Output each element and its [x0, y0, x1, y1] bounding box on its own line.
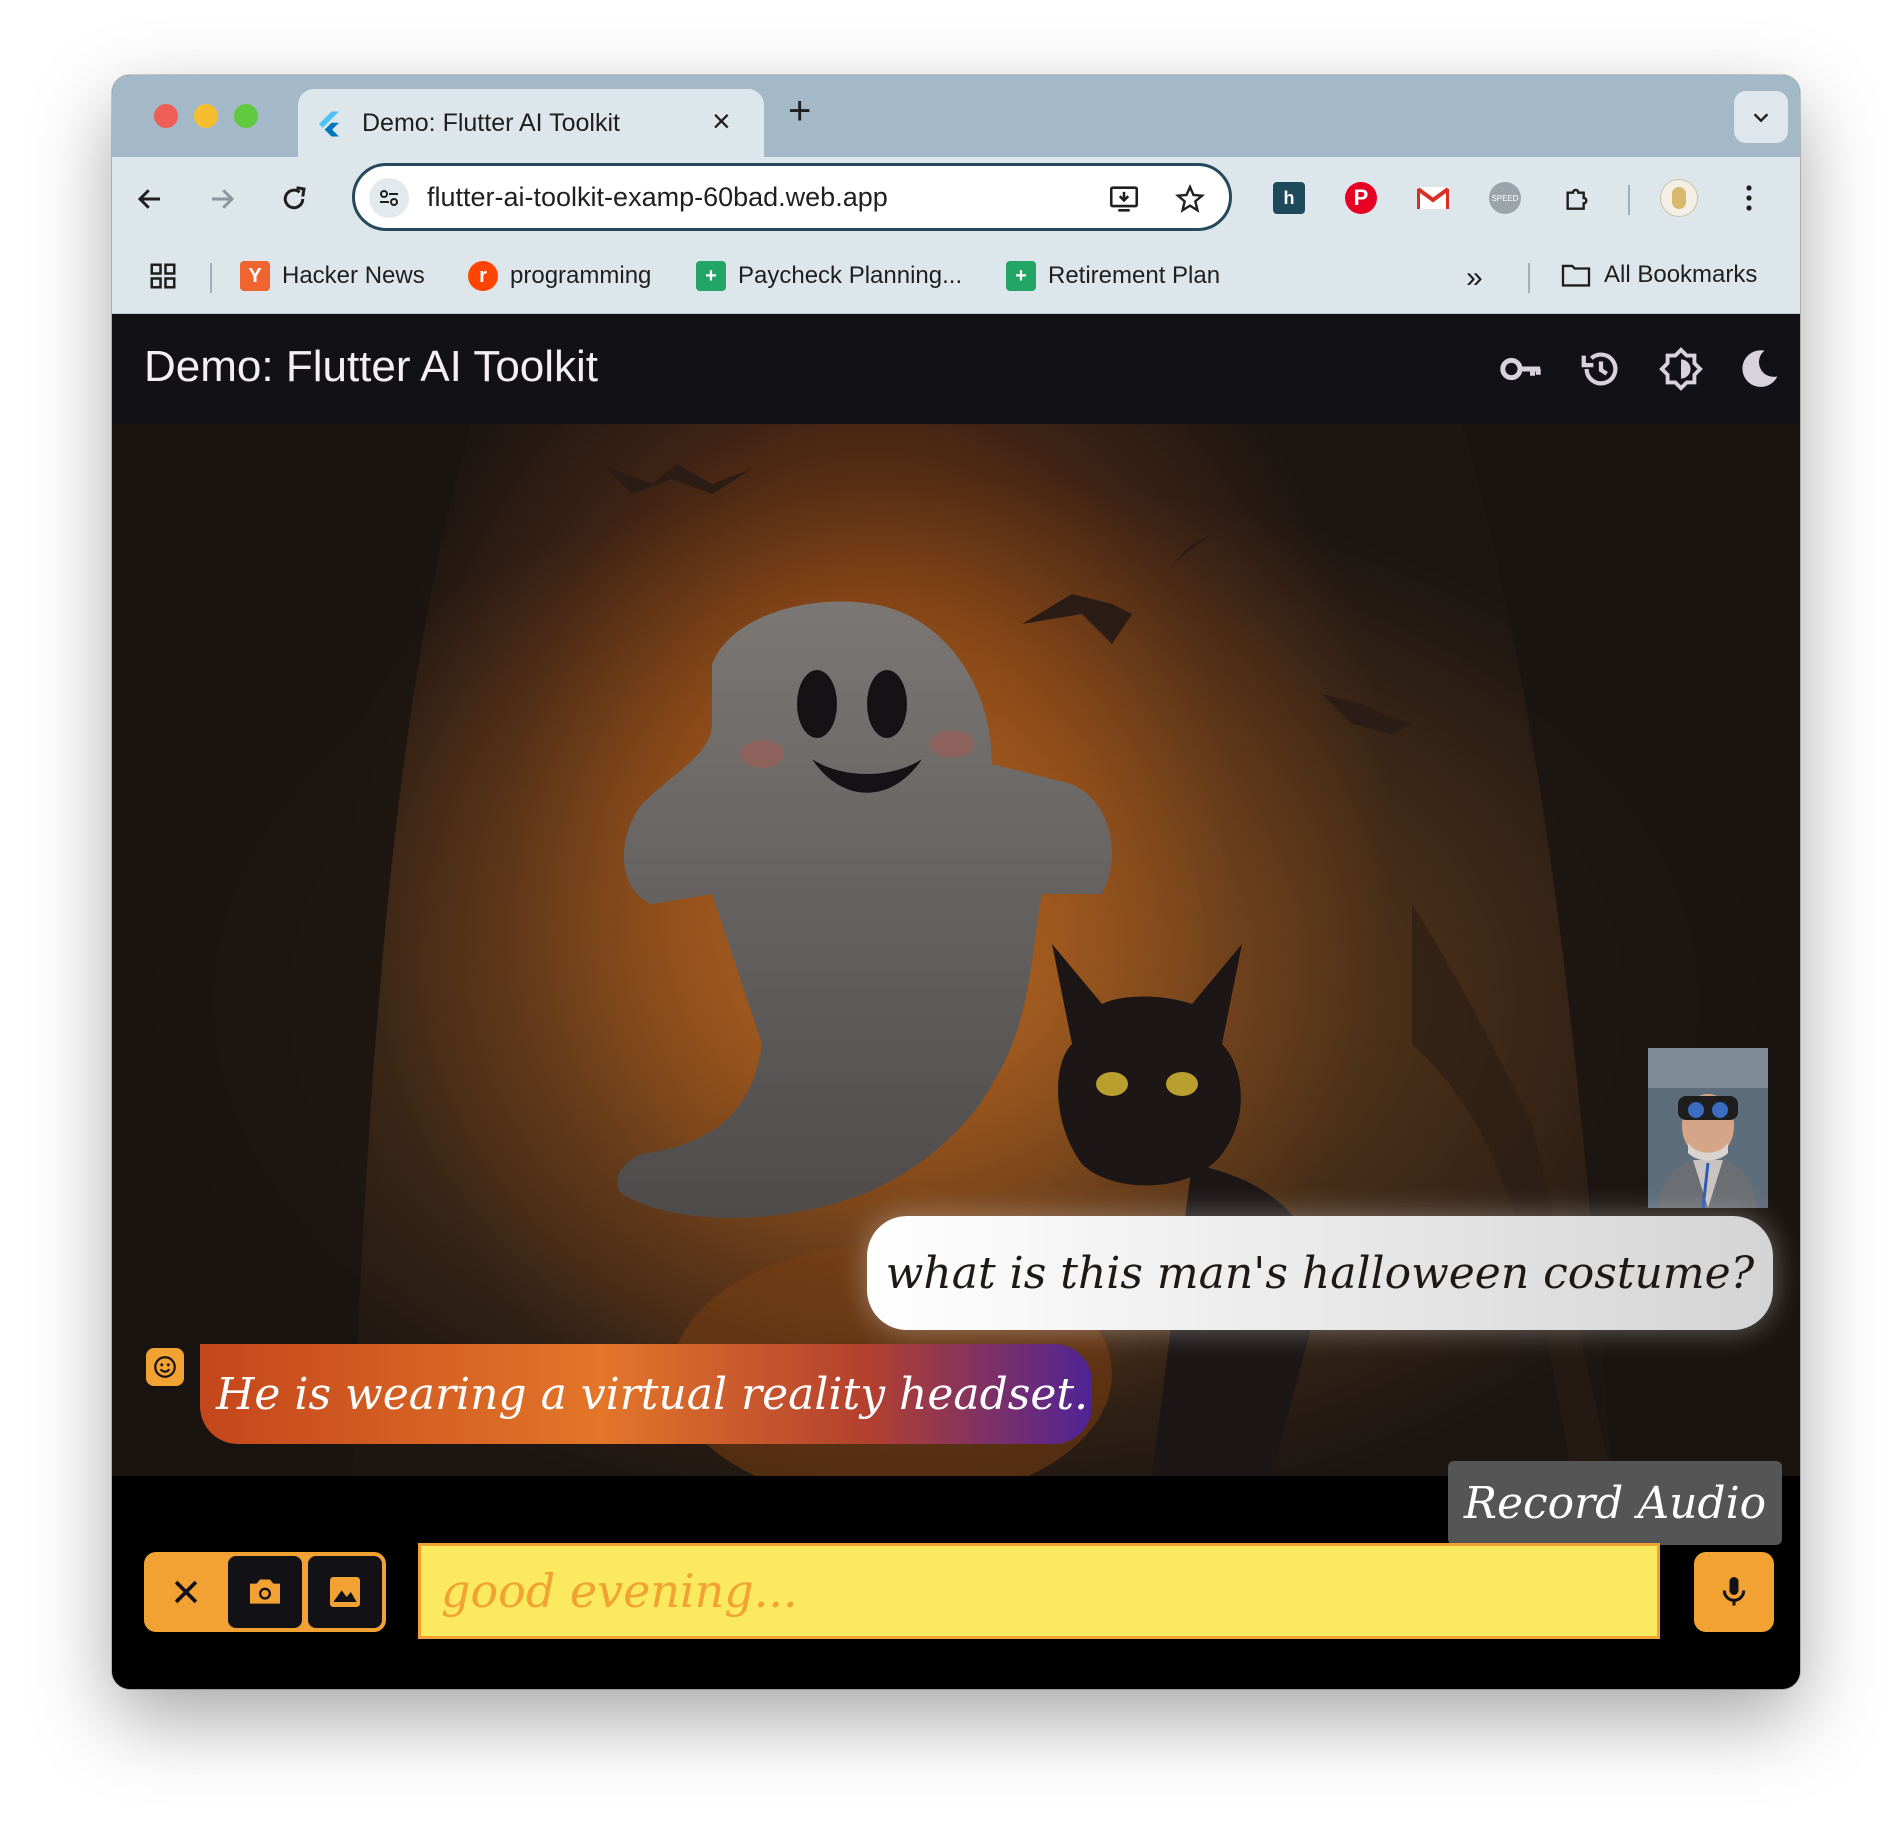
llm-message-bubble: He is wearing a virtual reality headset.	[200, 1344, 1092, 1444]
tab-search-button[interactable]	[1734, 91, 1788, 143]
folder-icon	[1561, 264, 1591, 287]
all-bookmarks-label: All Bookmarks	[1604, 261, 1758, 288]
bookmark-label: Retirement Plan	[1048, 262, 1221, 289]
all-bookmarks-button[interactable]: All Bookmarks	[1560, 261, 1757, 289]
gallery-button[interactable]	[306, 1554, 384, 1630]
bookmark-label: programming	[510, 262, 652, 289]
arrow-left-icon	[137, 189, 160, 209]
history-icon	[1581, 352, 1618, 386]
record-audio-button[interactable]	[1694, 1552, 1774, 1632]
chat-history: what is this man's halloween costume? He…	[112, 424, 1800, 1476]
dark-mode-button[interactable]	[1732, 342, 1786, 396]
address-bar[interactable]: flutter-ai-toolkit-examp-60bad.web.app	[352, 163, 1232, 231]
minimize-window-button[interactable]	[194, 104, 218, 128]
flutter-icon	[319, 111, 339, 137]
new-tab-button[interactable]: +	[788, 89, 811, 134]
bookmark-label: Paycheck Planning...	[738, 262, 963, 289]
toolbar-divider	[1628, 185, 1630, 215]
close-icon	[174, 1580, 198, 1604]
tab-strip: Demo: Flutter AI Toolkit × +	[112, 75, 1800, 157]
bookmark-paycheck-planning[interactable]: + Paycheck Planning...	[696, 261, 962, 291]
install-app-icon[interactable]	[1105, 180, 1143, 218]
microphone-icon	[1722, 1577, 1746, 1606]
bookmarks-divider	[1528, 263, 1530, 293]
reload-button[interactable]	[274, 179, 314, 219]
prompt-input[interactable]: good evening...	[418, 1543, 1660, 1639]
more-bookmarks-chevron-icon[interactable]: »	[1466, 261, 1483, 295]
bookmark-star-icon[interactable]	[1171, 180, 1209, 218]
pinterest-icon[interactable]: P	[1342, 179, 1380, 217]
tab-title: Demo: Flutter AI Toolkit	[362, 109, 620, 137]
user-photo-image	[1648, 1048, 1768, 1208]
back-button[interactable]	[130, 179, 170, 219]
extensions-puzzle-icon[interactable]	[1558, 179, 1596, 217]
bookmarks-bar: Y Hacker News r programming + Paycheck P…	[112, 241, 1800, 314]
sheets-icon: +	[1006, 261, 1036, 291]
forward-button[interactable]	[202, 179, 242, 219]
user-attachment-photo[interactable]	[1648, 1048, 1768, 1208]
hacker-news-icon: Y	[240, 261, 270, 291]
browser-tab[interactable]: Demo: Flutter AI Toolkit ×	[298, 89, 764, 157]
close-attachments-button[interactable]	[146, 1554, 226, 1630]
zoom-window-button[interactable]	[234, 104, 258, 128]
bookmark-label: Hacker News	[282, 262, 425, 289]
speed-extension-icon[interactable]: SPEED	[1486, 179, 1524, 217]
history-button[interactable]	[1574, 342, 1628, 396]
brightness-icon	[1659, 347, 1703, 391]
api-key-button[interactable]	[1494, 342, 1548, 396]
camera-button[interactable]	[226, 1554, 304, 1630]
gmail-icon[interactable]	[1414, 179, 1452, 217]
llm-avatar-icon	[146, 1348, 184, 1386]
key-icon	[1500, 357, 1541, 381]
sheets-icon: +	[696, 261, 726, 291]
browser-window: Demo: Flutter AI Toolkit × + flutter-ai-…	[112, 75, 1800, 1689]
apps-grid-icon[interactable]	[148, 261, 178, 291]
chevron-down-icon	[1753, 113, 1769, 123]
more-menu-icon[interactable]	[1730, 179, 1768, 217]
attachment-button-group	[144, 1552, 386, 1632]
app-title: Demo: Flutter AI Toolkit	[144, 342, 599, 391]
bookmark-programming[interactable]: r programming	[468, 261, 651, 291]
user-message-bubble: what is this man's halloween costume?	[867, 1216, 1773, 1330]
bookmark-hacker-news[interactable]: Y Hacker News	[240, 261, 425, 291]
url-text[interactable]: flutter-ai-toolkit-examp-60bad.web.app	[427, 182, 888, 213]
extension-icon[interactable]: h	[1270, 179, 1308, 217]
profile-avatar[interactable]	[1660, 179, 1698, 217]
dark-mode-icon	[1742, 350, 1778, 387]
bookmarks-divider	[210, 263, 212, 293]
record-audio-tooltip: Record Audio	[1448, 1461, 1782, 1545]
arrow-right-icon	[212, 189, 235, 209]
image-icon	[330, 1577, 360, 1607]
browser-toolbar: flutter-ai-toolkit-examp-60bad.web.app h…	[112, 157, 1800, 241]
reload-icon	[283, 186, 306, 210]
bookmark-retirement-plan[interactable]: + Retirement Plan	[1006, 261, 1220, 291]
close-tab-icon[interactable]: ×	[712, 103, 731, 140]
close-window-button[interactable]	[154, 104, 178, 128]
site-info-icon[interactable]	[369, 178, 409, 218]
brightness-button[interactable]	[1654, 342, 1708, 396]
camera-icon	[250, 1579, 280, 1604]
reddit-icon: r	[468, 261, 498, 291]
app-bar: Demo: Flutter AI Toolkit	[112, 314, 1800, 424]
